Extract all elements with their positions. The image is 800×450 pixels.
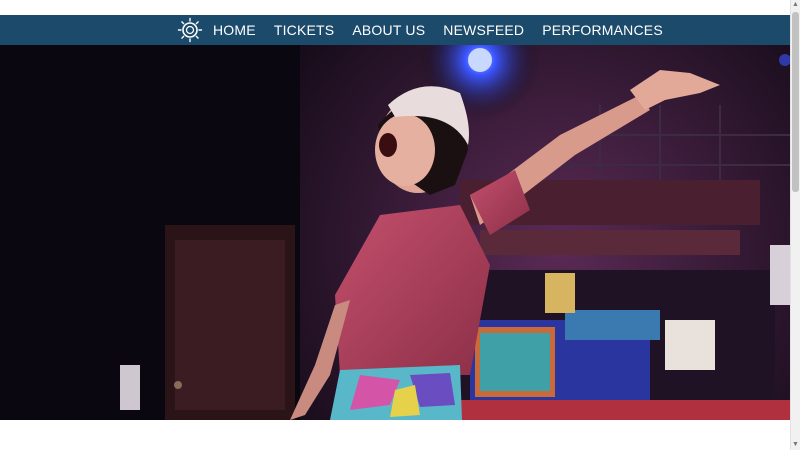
scroll-up-arrow-icon[interactable]: ▲ <box>792 1 799 9</box>
scroll-down-arrow-icon[interactable]: ▼ <box>792 441 799 449</box>
main-navbar: HOME TICKETS ABOUT US NEWSFEED PERFORMAN… <box>0 15 790 45</box>
hero-image <box>0 45 790 420</box>
nav-about-us[interactable]: ABOUT US <box>352 22 425 38</box>
nav-performances[interactable]: PERFORMANCES <box>542 22 663 38</box>
sun-ring-logo-icon[interactable] <box>177 17 203 43</box>
top-strip <box>0 0 790 15</box>
performer-singing-on-stage-photo <box>0 45 790 420</box>
below-hero-area <box>0 420 790 450</box>
vertical-scrollbar[interactable]: ▲ ▼ <box>790 0 800 450</box>
nav-home[interactable]: HOME <box>213 22 256 38</box>
nav-menu: HOME TICKETS ABOUT US NEWSFEED PERFORMAN… <box>213 15 681 45</box>
nav-newsfeed[interactable]: NEWSFEED <box>443 22 524 38</box>
nav-tickets[interactable]: TICKETS <box>274 22 335 38</box>
scroll-thumb[interactable] <box>792 12 799 192</box>
